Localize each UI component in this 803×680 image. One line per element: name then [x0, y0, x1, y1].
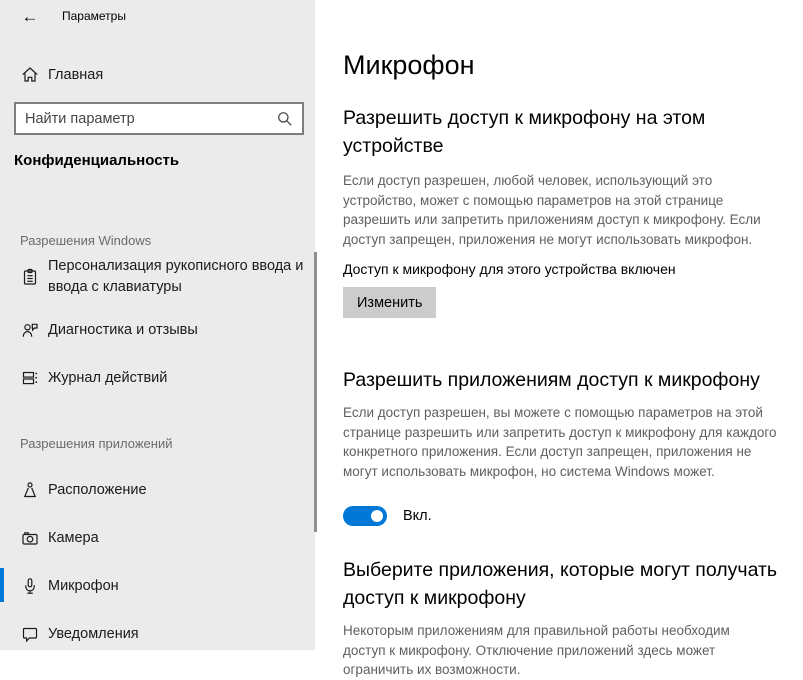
back-button[interactable]: ←: [14, 4, 46, 30]
diagnostics-feedback-icon: [20, 320, 40, 340]
ink-typing-icon: [20, 267, 40, 287]
section-label-app-permissions: Разрешения приложений: [20, 436, 172, 451]
location-icon: [20, 480, 40, 500]
choose-apps-description: Некоторым приложениям для правильной раб…: [343, 621, 803, 680]
search-input[interactable]: [16, 111, 274, 127]
sidebar-item-location[interactable]: Расположение: [0, 474, 315, 506]
toggle-state-label: Вкл.: [403, 508, 432, 524]
sidebar-item-label: Расположение: [48, 480, 147, 501]
app-access-toggle-row: Вкл.: [343, 506, 432, 526]
app-access-heading: Разрешить приложениям доступ к микрофону: [343, 366, 803, 394]
device-access-status: Доступ к микрофону для этого устройства …: [343, 261, 676, 277]
sidebar-scrollbar-thumb[interactable]: [314, 252, 317, 532]
home-icon: [20, 65, 40, 85]
activity-history-icon: [20, 368, 40, 388]
microphone-access-toggle[interactable]: [343, 506, 387, 526]
device-access-heading: Разрешить доступ к микрофону на этом уст…: [343, 104, 803, 160]
app-access-description: Если доступ разрешен, вы можете с помощь…: [343, 403, 803, 481]
search-icon: [274, 108, 296, 130]
sidebar-item-home[interactable]: Главная: [0, 57, 315, 93]
sidebar-item-label: Журнал действий: [48, 368, 167, 389]
notifications-icon: [20, 624, 40, 644]
sidebar-item-activity-history[interactable]: Журнал действий: [0, 362, 315, 394]
sidebar-item-label: Камера: [48, 528, 99, 549]
section-label-windows-permissions: Разрешения Windows: [20, 233, 151, 248]
device-access-description: Если доступ разрешен, любой человек, исп…: [343, 171, 803, 249]
camera-icon: [20, 528, 40, 548]
sidebar-item-diagnostics[interactable]: Диагностика и отзывы: [0, 314, 315, 346]
sidebar-item-label: Микрофон: [48, 576, 119, 597]
sidebar-item-label: Диагностика и отзывы: [48, 320, 198, 341]
page-title: Микрофон: [343, 50, 475, 81]
change-button[interactable]: Изменить: [343, 287, 436, 318]
back-arrow-icon: ←: [22, 7, 39, 27]
toggle-knob: [371, 510, 383, 522]
sidebar-item-label: Персонализация рукописного ввода и ввода…: [48, 256, 303, 298]
sidebar-item-camera[interactable]: Камера: [0, 522, 315, 554]
sidebar-item-label: Главная: [48, 65, 103, 86]
microphone-icon: [20, 576, 40, 596]
choose-apps-heading: Выберите приложения, которые могут получ…: [343, 556, 803, 612]
sidebar-item-label: Уведомления: [48, 624, 139, 645]
sidebar-item-microphone[interactable]: Микрофон: [0, 570, 315, 602]
sidebar-item-ink-typing[interactable]: Персонализация рукописного ввода и ввода…: [0, 256, 315, 300]
window-title: Параметры: [62, 9, 126, 23]
sidebar-item-notifications[interactable]: Уведомления: [0, 618, 315, 650]
settings-search-box[interactable]: [14, 102, 304, 135]
settings-sidebar: ← Параметры Главная Конфиденциальность Р…: [0, 0, 315, 650]
privacy-root-label: Конфиденциальность: [14, 152, 179, 169]
